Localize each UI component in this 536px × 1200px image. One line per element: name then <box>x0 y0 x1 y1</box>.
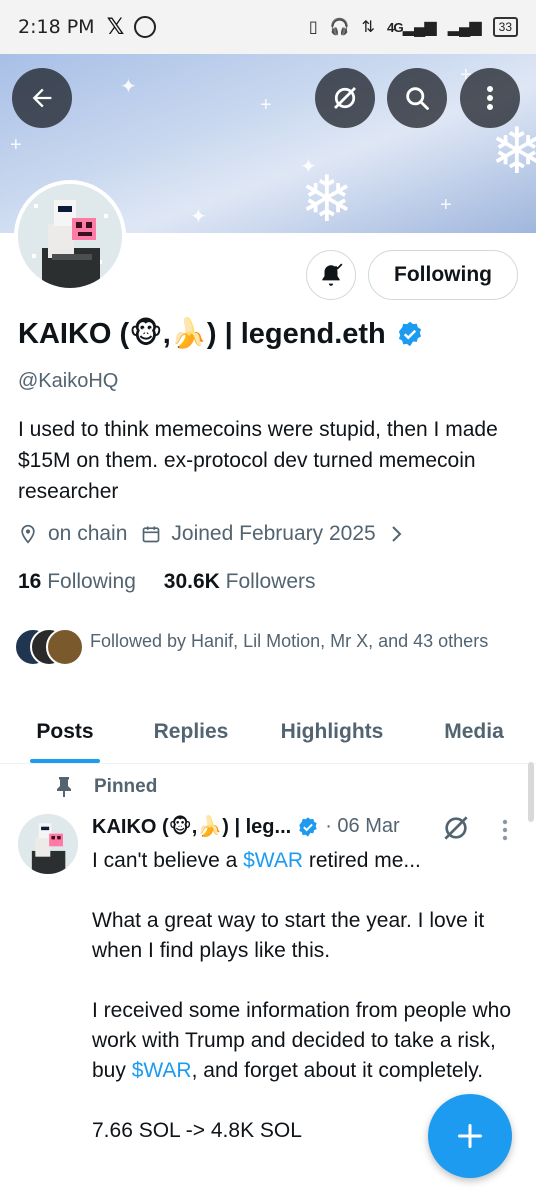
status-icons: ▯ 🎧 ⇅ 4G▂▄▆ ▂▄▆ 33 <box>309 17 518 37</box>
followed-by-text: Followed by Hanif, Lil Motion, Mr X, and… <box>90 631 489 651</box>
search-button[interactable] <box>387 68 447 128</box>
notifications-button[interactable] <box>306 250 356 300</box>
following-label: Following <box>47 570 136 593</box>
scrollbar[interactable] <box>528 762 534 822</box>
tweet-author-avatar[interactable] <box>18 814 78 874</box>
follower-avatar <box>46 628 84 666</box>
x-app-icon: 𝕏 <box>106 14 125 39</box>
verified-badge-icon[interactable] <box>396 320 424 348</box>
tweet-paragraph-3: I received some information from people … <box>92 996 522 1086</box>
profile-meta: on chain Joined February 2025 <box>18 522 418 546</box>
followers-link[interactable]: 30.6K Followers <box>164 570 316 593</box>
profile-avatar[interactable] <box>14 180 126 292</box>
tweet-more-button[interactable] <box>500 818 510 847</box>
pixel-monkey-avatar <box>18 814 78 874</box>
bell-check-icon <box>322 263 343 286</box>
data-arrows-icon: ⇅ <box>361 19 375 36</box>
sparkle-icon: ✦ <box>120 76 137 98</box>
chevron-right-icon <box>392 526 402 542</box>
plus-icon <box>457 1123 483 1149</box>
text-segment: retired me... <box>303 849 421 872</box>
sparkle-icon: ✦ <box>190 206 207 228</box>
avatar-image <box>18 184 122 288</box>
location-item: on chain <box>18 522 127 546</box>
joined-item[interactable]: Joined February 2025 <box>141 522 403 546</box>
grok-button[interactable] <box>315 68 375 128</box>
pin-icon <box>57 777 71 797</box>
calendar-icon <box>143 526 160 543</box>
followers-count: 30.6K <box>163 570 220 593</box>
status-bar: 2:18 PM 𝕏 ▯ 🎧 ⇅ 4G▂▄▆ ▂▄▆ 33 <box>0 0 536 54</box>
search-icon <box>406 87 429 110</box>
profile-handle: @KaikoHQ <box>18 370 119 392</box>
snowflake-icon: ❄ <box>300 163 354 233</box>
whatsapp-icon <box>134 16 157 38</box>
pinned-label: Pinned <box>94 776 158 797</box>
text-segment: I can't believe a <box>92 849 244 872</box>
following-button[interactable]: Following <box>368 250 518 300</box>
follower-avatars <box>14 628 86 668</box>
tab-replies[interactable]: Replies <box>130 704 252 760</box>
back-arrow-icon <box>32 88 52 108</box>
more-options-button[interactable] <box>460 68 520 128</box>
location-pin-icon <box>21 524 35 544</box>
tweet-paragraph-2: What a great way to start the year. I lo… <box>92 909 485 962</box>
signal-icon-2: ▂▄▆ <box>447 19 482 36</box>
profile-name: KAIKO (🐵,🍌) | legend.eth <box>18 316 424 351</box>
cashtag-link[interactable]: $WAR <box>132 1059 192 1082</box>
sparkle-icon: + <box>260 94 272 116</box>
tweet-header: KAIKO (🐵,🍌) | leg... · 06 Mar <box>92 814 400 839</box>
following-count: 16 <box>18 570 42 593</box>
compose-post-button[interactable] <box>428 1094 512 1178</box>
tab-posts[interactable]: Posts <box>0 704 130 760</box>
pixel-monkey-avatar <box>18 184 122 288</box>
tab-highlights[interactable]: Highlights <box>252 704 412 760</box>
tweet-author-name[interactable]: KAIKO (🐵,🍌) | leg... <box>92 814 291 839</box>
headset-icon: 🎧 <box>329 19 350 36</box>
vertical-dots-icon <box>502 819 508 841</box>
tweet-date[interactable]: · 06 Mar <box>325 815 399 838</box>
status-time: 2:18 PM <box>18 16 95 38</box>
tweet-grok-button[interactable] <box>440 812 472 849</box>
grok-icon <box>444 816 468 840</box>
followers-label: Followers <box>225 570 316 593</box>
profile-tabs: Posts Replies Highlights Media <box>0 704 536 764</box>
verified-badge-icon <box>299 816 317 837</box>
tweet-line-1: I can't believe a $WAR retired me... <box>92 846 522 876</box>
sparkle-icon: + <box>10 134 22 156</box>
profile-bio: I used to think memecoins were stupid, t… <box>18 418 498 503</box>
cashtag-link[interactable]: $WAR <box>243 849 303 872</box>
grok-icon <box>334 87 356 109</box>
tab-media[interactable]: Media <box>412 704 536 760</box>
vertical-dots-icon <box>487 86 493 110</box>
joined-text: Joined February 2025 <box>171 522 376 545</box>
pinned-indicator: Pinned <box>56 776 157 798</box>
text-segment: , and forget about it completely. <box>191 1059 484 1082</box>
follow-counts: 16 Following 30.6K Followers <box>18 570 316 594</box>
signal-icon: 4G▂▄▆ <box>386 19 437 36</box>
vibrate-icon: ▯ <box>308 19 318 36</box>
display-name: KAIKO (🐵,🍌) | legend.eth <box>18 318 386 350</box>
following-link[interactable]: 16 Following <box>18 570 136 593</box>
back-button[interactable] <box>12 68 72 128</box>
location-text: on chain <box>48 522 128 545</box>
sparkle-icon: + <box>440 194 452 216</box>
battery-icon: 33 <box>492 17 518 37</box>
followed-by[interactable]: Followed by Hanif, Lil Motion, Mr X, and… <box>14 628 510 668</box>
